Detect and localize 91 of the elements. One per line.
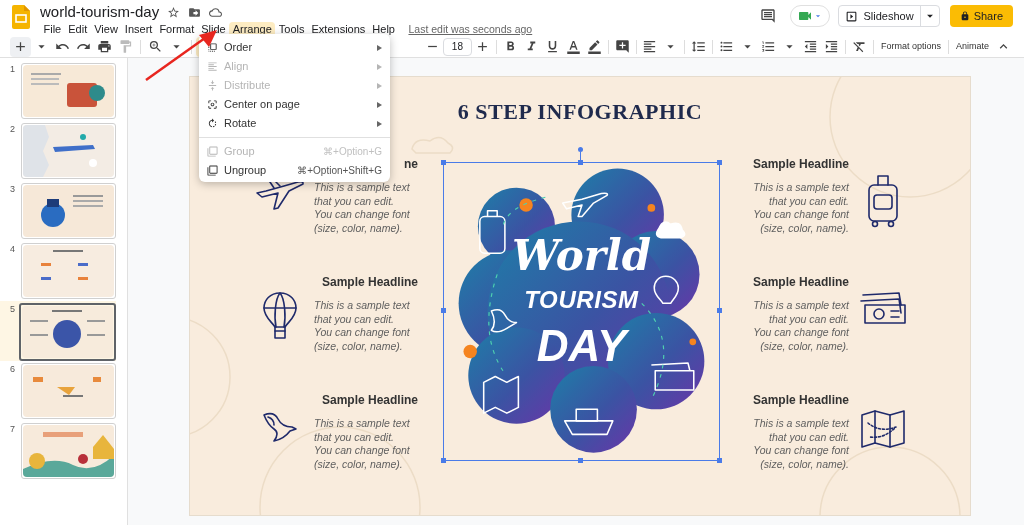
rotate-handle[interactable] <box>578 147 583 161</box>
zoom-icon <box>147 39 163 54</box>
resize-handle[interactable] <box>717 308 722 313</box>
animate-button[interactable]: Animate <box>951 39 993 54</box>
step-description: This is a sample text that you can edit. You can change font (size, color, name). <box>753 417 849 471</box>
resize-handle[interactable] <box>717 458 722 463</box>
slide-title: 6 STEP INFOGRAPHIC <box>457 98 703 126</box>
bulleted-list-icon <box>719 39 735 54</box>
comment-icon[interactable] <box>759 8 776 24</box>
menu-bar-item[interactable]: Tools <box>275 22 308 38</box>
slide-number: 6 <box>9 363 16 376</box>
document-title[interactable]: world-tourism-day <box>40 3 160 21</box>
folded-map-icon <box>860 409 906 449</box>
banknotes-icon <box>859 291 907 327</box>
play-screen-icon <box>844 9 858 23</box>
step-description: This is a sample text that you can edit. You can change font (size, color, name). <box>314 417 410 471</box>
align-left-icon <box>207 61 218 72</box>
step-headline: Sample Headline <box>752 156 849 173</box>
align-icon <box>642 39 658 54</box>
slide-thumbnail[interactable] <box>23 185 114 237</box>
suitcase-icon <box>866 173 900 229</box>
new-slide-button[interactable] <box>10 36 31 57</box>
slide-thumbnail[interactable] <box>23 425 114 477</box>
step-headline: Sample Headline <box>752 274 849 291</box>
menu-bar-item[interactable]: File <box>40 22 65 38</box>
menu-bar-item[interactable]: Insert <box>121 22 156 38</box>
cloud-icon[interactable] <box>209 5 223 19</box>
step-headline: Sample Headline <box>321 392 418 409</box>
slide-thumbnail[interactable] <box>22 306 113 358</box>
lock-icon <box>959 11 970 21</box>
slide-thumbnail[interactable] <box>23 365 114 417</box>
menu-bar-item[interactable]: Format <box>155 22 198 38</box>
font-size-field[interactable]: 18 <box>443 37 472 56</box>
step-headline: Sample Headline <box>752 392 849 409</box>
insert-comment-icon <box>614 39 630 54</box>
resize-handle[interactable] <box>441 458 446 463</box>
focus-frame-icon <box>207 99 218 110</box>
print-icon <box>97 39 112 54</box>
numbered-list-icon <box>761 39 777 54</box>
slides-logo-icon <box>12 5 30 29</box>
slide-thumbnail[interactable] <box>23 125 114 177</box>
resize-handle[interactable] <box>578 458 583 463</box>
slide-number: 4 <box>9 243 16 256</box>
text-color-icon <box>565 39 581 54</box>
star-icon[interactable] <box>167 5 181 19</box>
slide-number: 7 <box>9 423 16 436</box>
step-headline: Sample Headline <box>321 274 418 291</box>
hot-air-balloon-icon <box>262 291 298 341</box>
slide-number: 3 <box>9 183 16 196</box>
slide-number: 5 <box>9 303 16 316</box>
slide-number: 1 <box>9 63 16 76</box>
layers-icon <box>207 42 218 53</box>
menu-bar-item[interactable]: Help <box>368 22 399 38</box>
menu-item[interactable]: Order <box>199 38 390 57</box>
resize-handle[interactable] <box>578 160 583 165</box>
line-spacing-icon <box>691 39 707 54</box>
menu-item[interactable]: Center on page <box>199 95 390 114</box>
slideshow-button[interactable]: Slideshow <box>838 6 921 26</box>
resize-handle[interactable] <box>441 308 446 313</box>
menu-item[interactable]: Rotate <box>199 114 390 133</box>
menu-bar-item[interactable]: Extensions <box>308 22 369 38</box>
menu-bar-item[interactable]: Edit <box>64 22 91 38</box>
step-description: This is a sample text that you can edit. You can change font (size, color, name). <box>314 181 410 235</box>
folder-icon[interactable] <box>188 5 202 19</box>
overlap-squares-icon <box>207 146 218 157</box>
overlap-squares-icon <box>207 165 218 176</box>
highlight-pen-icon <box>586 39 602 54</box>
last-edit-link[interactable]: Last edit was seconds ago <box>408 22 533 38</box>
decrease-indent-icon <box>803 39 819 54</box>
share-button[interactable]: Share <box>949 5 1013 27</box>
menu-item[interactable]: Ungroup ⌘+Option+Shift+G <box>199 161 390 180</box>
artwork-lettering: World <box>511 233 652 279</box>
slide-thumbnail[interactable] <box>23 65 114 117</box>
distribute-icon <box>207 80 218 91</box>
increase-indent-icon <box>824 39 840 54</box>
format-options-button[interactable]: Format options <box>877 39 946 54</box>
slide-thumbnail[interactable] <box>23 245 114 297</box>
new-slide-icon <box>13 39 28 54</box>
slide-list-item[interactable]: 5 <box>0 301 116 361</box>
clear-formatting-icon <box>852 39 868 54</box>
resize-handle[interactable] <box>717 160 722 165</box>
step-headline: ne <box>404 156 418 173</box>
slide-number: 2 <box>9 123 16 136</box>
resize-handle[interactable] <box>441 160 446 165</box>
artwork-lettering: TOURISM <box>524 285 639 315</box>
step-description: This is a sample text that you can edit. You can change font (size, color, name). <box>753 181 849 235</box>
rotate-icon <box>207 118 218 129</box>
menu-bar-item[interactable]: View <box>90 22 122 38</box>
paint-format-icon <box>118 39 133 54</box>
step-description: This is a sample text that you can edit. You can change font (size, color, name). <box>753 299 849 353</box>
step-description: This is a sample text that you can edit. You can change font (size, color, name). <box>314 299 410 353</box>
